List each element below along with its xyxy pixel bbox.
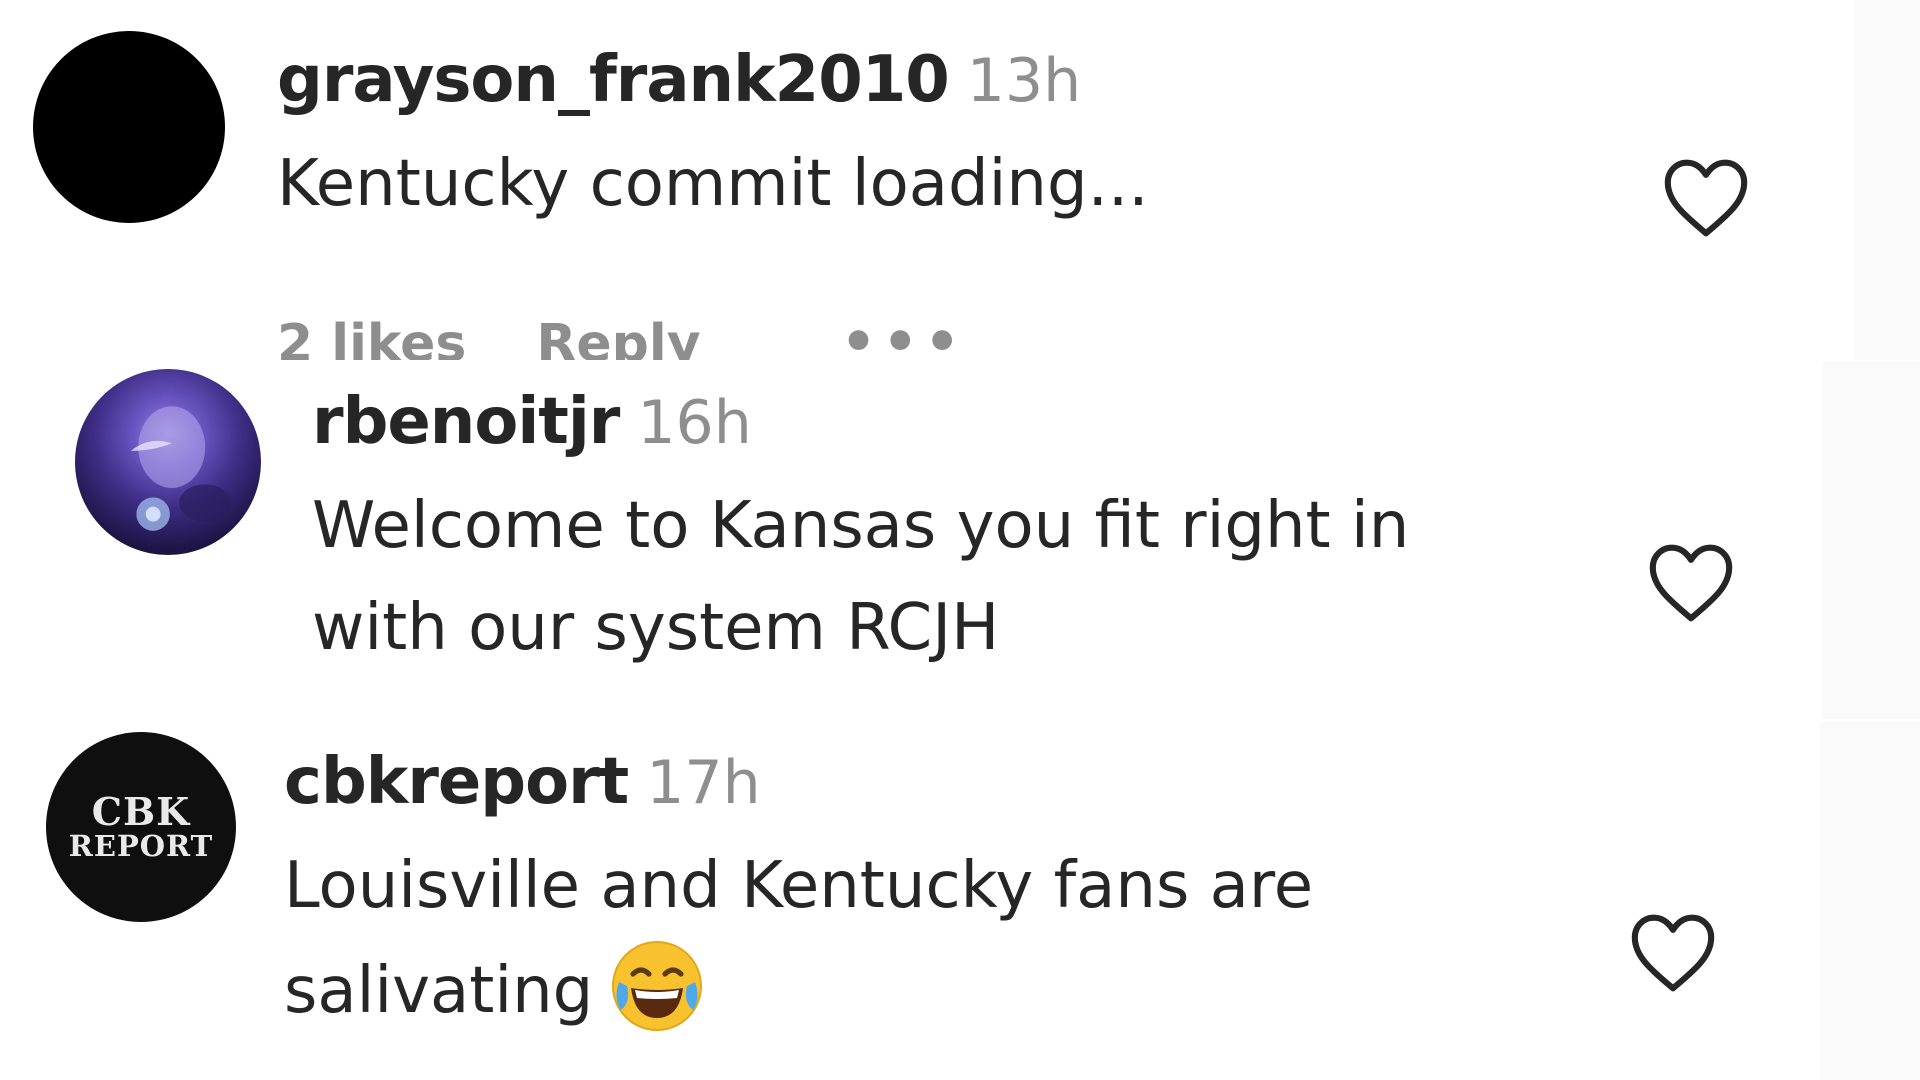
comment-body: grayson_frank2010 13h Kentucky commit loa… — [277, 44, 1577, 234]
side-rail — [1822, 362, 1920, 719]
likes-count[interactable]: 2 likes — [277, 314, 466, 360]
comment-text-line: with our system RCJH — [312, 591, 1000, 665]
comment-item: rbenoitjr 16h Welcome to Kansas you fit r… — [0, 362, 1822, 719]
comment-item: grayson_frank2010 13h Kentucky commit loa… — [0, 0, 1852, 360]
comment-actions: 2 likes Reply ••• — [277, 310, 1036, 360]
comment-text-line: salivating — [284, 938, 1584, 1041]
side-rail — [1820, 722, 1920, 1080]
avatar-logo-line: REPORT — [68, 829, 214, 863]
avatar[interactable]: CBK REPORT — [46, 732, 236, 922]
heart-icon[interactable] — [1645, 540, 1737, 624]
comment-header: cbkreport 17h — [284, 746, 1584, 834]
comment-body: cbkreport 17h Louisville and Kentucky fan… — [284, 746, 1584, 1041]
comment-item: CBK REPORT cbkreport 17h Louisville and K… — [0, 722, 1820, 1080]
timestamp[interactable]: 16h — [637, 388, 751, 458]
avatar-photo — [130, 406, 232, 531]
heart-icon[interactable] — [1660, 155, 1752, 239]
username[interactable]: rbenoitjr — [312, 385, 620, 459]
comment-body: rbenoitjr 16h Welcome to Kansas you fit r… — [312, 386, 1612, 678]
timestamp[interactable]: 17h — [646, 748, 760, 818]
avatar[interactable] — [75, 369, 261, 555]
heart-icon[interactable] — [1627, 910, 1719, 994]
side-rail — [1854, 0, 1920, 360]
more-options-button[interactable]: ••• — [841, 310, 966, 360]
comment-header: grayson_frank2010 13h — [277, 44, 1577, 132]
username[interactable]: cbkreport — [284, 745, 629, 819]
avatar-logo-line: CBK — [91, 789, 191, 834]
laughing-emoji-icon — [612, 941, 703, 1031]
timestamp[interactable]: 13h — [967, 46, 1081, 116]
comment-text-line: Louisville and Kentucky fans are — [284, 849, 1314, 923]
reply-button[interactable]: Reply — [536, 314, 700, 360]
username[interactable]: grayson_frank2010 — [277, 43, 950, 117]
avatar[interactable] — [33, 31, 225, 223]
comment-text: Kentucky commit loading... — [277, 147, 1149, 221]
comment-text-word: salivating — [284, 954, 594, 1028]
comments-screenshot: grayson_frank2010 13h Kentucky commit loa… — [0, 0, 1920, 1080]
comment-header: rbenoitjr 16h — [312, 386, 1612, 474]
comment-text-line: Welcome to Kansas you fit right in — [312, 489, 1410, 563]
